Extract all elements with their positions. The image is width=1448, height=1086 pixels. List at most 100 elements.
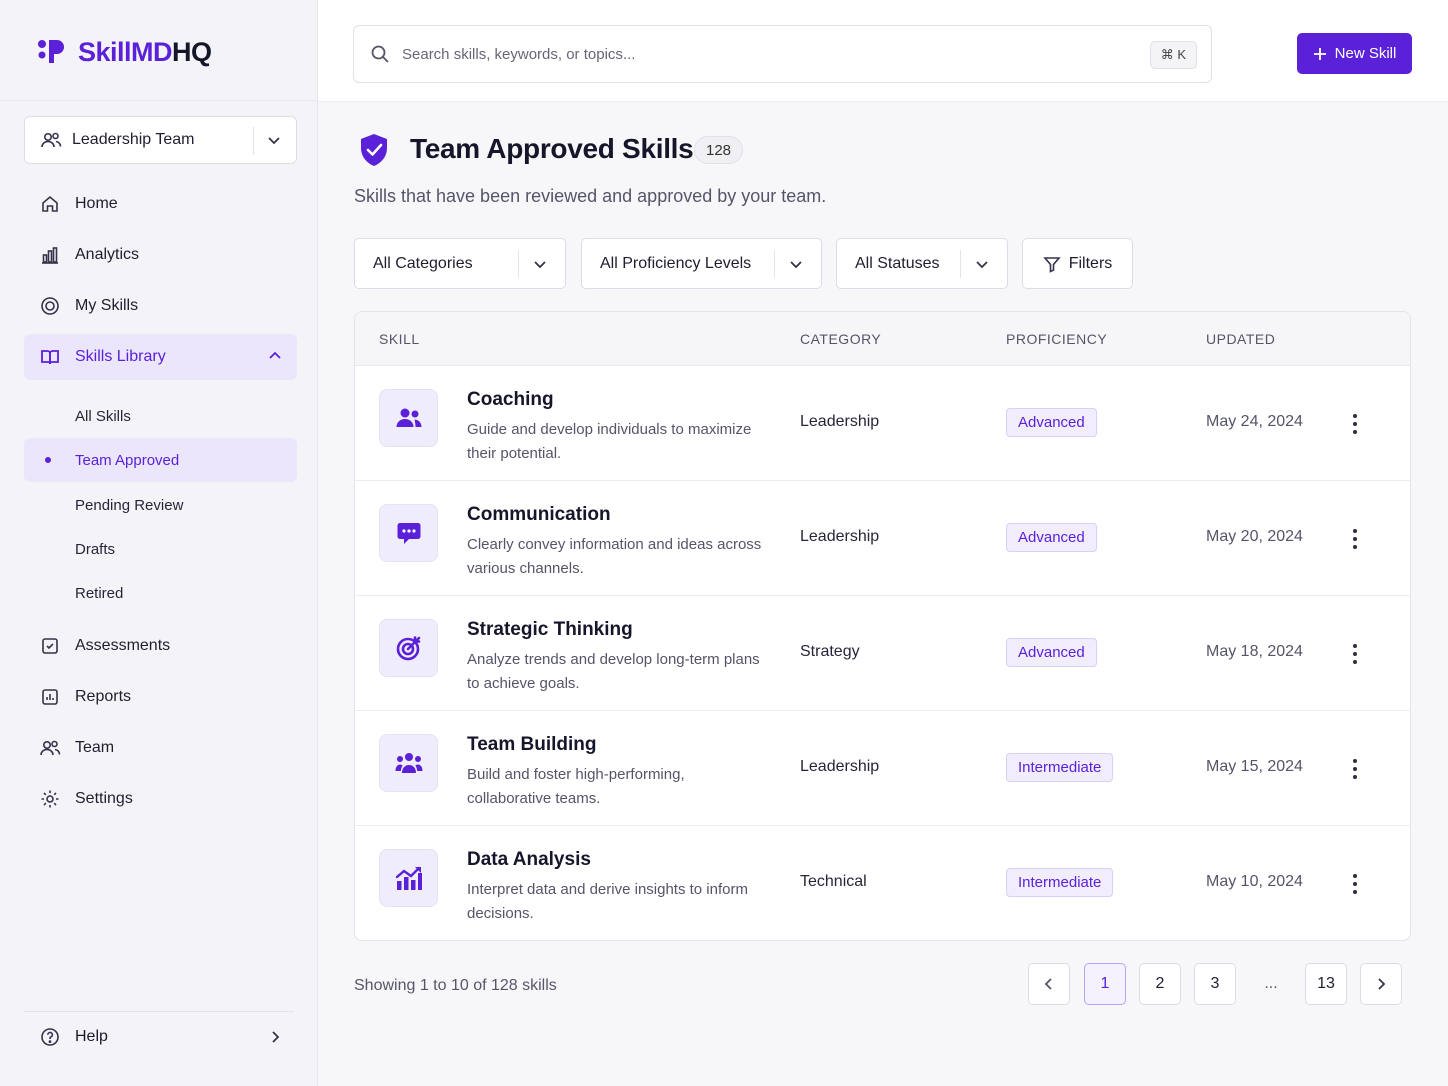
divider xyxy=(0,100,318,101)
chat-icon xyxy=(397,523,420,544)
team-selector[interactable]: Leadership Team xyxy=(24,116,297,164)
more-options-icon[interactable] xyxy=(1345,640,1365,668)
search-bar[interactable]: ⌘ K xyxy=(353,25,1212,83)
updated-date: May 10, 2024 xyxy=(1206,873,1303,890)
more-options-icon[interactable] xyxy=(1345,870,1365,898)
nav-label: My Skills xyxy=(75,297,139,314)
updated-date: May 20, 2024 xyxy=(1206,528,1303,545)
shield-check-icon xyxy=(361,134,387,166)
nav-label: Retired xyxy=(75,584,124,602)
new-skill-button[interactable]: New Skill xyxy=(1297,33,1412,74)
sidebar: SkillMDHQ Leadership Team Home Analytics… xyxy=(0,0,318,1086)
proficiency-badge: Intermediate xyxy=(1006,868,1114,897)
page-button-2[interactable]: 2 xyxy=(1139,963,1181,1005)
divider xyxy=(24,1011,294,1012)
skill-icon-tile xyxy=(379,734,438,792)
search-input[interactable] xyxy=(402,45,1102,63)
nav-my-skills[interactable]: My Skills xyxy=(24,283,297,329)
chevron-right-icon xyxy=(1378,978,1386,990)
page-ellipsis: ... xyxy=(1264,975,1278,992)
skill-category: Strategy xyxy=(800,643,860,660)
users-icon xyxy=(41,132,62,148)
nav-help[interactable]: Help xyxy=(24,1015,297,1059)
page-button-last[interactable]: 13 xyxy=(1305,963,1347,1005)
gear-icon xyxy=(39,788,61,810)
skill-description: Analyze trends and develop long-term pla… xyxy=(467,651,760,692)
more-options-icon[interactable] xyxy=(1345,410,1365,438)
nav-label: Drafts xyxy=(75,540,116,558)
nav-label: Assessments xyxy=(75,637,171,654)
prev-page-button[interactable] xyxy=(1028,963,1070,1005)
filters-button[interactable]: Filters xyxy=(1022,238,1133,289)
table-row[interactable]: Strategic Thinking Analyze trends and de… xyxy=(355,596,1410,711)
shortcut-hint: ⌘ K xyxy=(1149,41,1197,69)
next-page-button[interactable] xyxy=(1360,963,1402,1005)
nav-sub-team-approved[interactable]: Team Approved xyxy=(24,438,297,482)
more-options-icon[interactable] xyxy=(1345,525,1365,553)
proficiency-dropdown[interactable]: All Proficiency Levels xyxy=(581,238,822,289)
nav-team[interactable]: Team xyxy=(24,725,297,771)
column-header-category[interactable]: CATEGORY xyxy=(800,331,881,347)
nav-reports[interactable]: Reports xyxy=(24,674,297,720)
updated-date: May 15, 2024 xyxy=(1206,758,1303,775)
table-row[interactable]: Communication Clearly convey information… xyxy=(355,481,1410,596)
table-row[interactable]: Coaching Guide and develop individuals t… xyxy=(355,366,1410,481)
proficiency-badge: Advanced xyxy=(1006,408,1097,437)
more-options-icon[interactable] xyxy=(1345,755,1365,783)
nav-skills-library[interactable]: Skills Library xyxy=(24,334,297,380)
nav-sub-all-skills[interactable]: All Skills xyxy=(24,394,297,438)
nav-assessments[interactable]: Assessments xyxy=(24,623,297,669)
nav-label: Analytics xyxy=(75,246,140,263)
skill-name[interactable]: Data Analysis xyxy=(467,849,591,871)
table-header: SKILL CATEGORY PROFICIENCY UPDATED xyxy=(355,312,1410,366)
nav-label: Team xyxy=(75,739,115,756)
count-badge: 128 xyxy=(694,136,744,164)
column-header-skill[interactable]: SKILL xyxy=(379,331,420,347)
new-skill-label: New Skill xyxy=(1334,45,1397,62)
nav-sub-pending-review[interactable]: Pending Review xyxy=(24,483,297,527)
nav-sub-drafts[interactable]: Drafts xyxy=(24,527,297,571)
skill-icon-tile xyxy=(379,849,438,907)
brand-logo[interactable]: SkillMDHQ xyxy=(36,36,212,68)
book-icon xyxy=(39,346,61,368)
logo-icon xyxy=(38,40,64,63)
badge-icon xyxy=(39,295,61,317)
table-row[interactable]: Team Building Build and foster high-perf… xyxy=(355,711,1410,826)
plus-icon xyxy=(1313,47,1326,60)
skill-icon-tile xyxy=(379,504,438,562)
chevron-left-icon xyxy=(1044,978,1052,990)
chevron-up-icon xyxy=(269,351,281,359)
skill-name[interactable]: Team Building xyxy=(467,734,596,756)
nav-analytics[interactable]: Analytics xyxy=(24,232,297,278)
updated-date: May 24, 2024 xyxy=(1206,413,1303,430)
category-dropdown[interactable]: All Categories xyxy=(354,238,566,289)
skills-table: SKILL CATEGORY PROFICIENCY UPDATED Coach… xyxy=(354,311,1411,941)
column-header-updated[interactable]: UPDATED xyxy=(1206,331,1275,347)
skill-name[interactable]: Coaching xyxy=(467,389,554,411)
dropdown-value: All Proficiency Levels xyxy=(600,254,752,272)
table-row[interactable]: Data Analysis Interpret data and derive … xyxy=(355,826,1410,940)
proficiency-badge: Intermediate xyxy=(1006,753,1114,782)
home-icon xyxy=(39,193,61,215)
skill-category: Leadership xyxy=(800,528,880,545)
skill-description: Build and foster high-performing, collab… xyxy=(467,766,685,807)
nav-home[interactable]: Home xyxy=(24,181,297,227)
filter-icon xyxy=(1042,256,1061,273)
skill-name[interactable]: Communication xyxy=(467,504,611,526)
skill-category: Leadership xyxy=(800,413,880,430)
filters-label: Filters xyxy=(1068,254,1113,272)
team-icon xyxy=(395,753,422,773)
nav-settings[interactable]: Settings xyxy=(24,776,297,822)
proficiency-badge: Advanced xyxy=(1006,523,1097,552)
nav-label: Home xyxy=(75,195,118,212)
divider xyxy=(960,250,961,278)
nav-sub-retired[interactable]: Retired xyxy=(24,571,297,615)
status-dropdown[interactable]: All Statuses xyxy=(836,238,1008,289)
page-button-1[interactable]: 1 xyxy=(1084,963,1126,1005)
nav-label: All Skills xyxy=(75,407,131,425)
column-header-proficiency[interactable]: PROFICIENCY xyxy=(1006,331,1107,347)
skill-name[interactable]: Strategic Thinking xyxy=(467,619,633,641)
page-button-3[interactable]: 3 xyxy=(1194,963,1236,1005)
divider xyxy=(518,250,519,278)
divider xyxy=(253,127,254,155)
